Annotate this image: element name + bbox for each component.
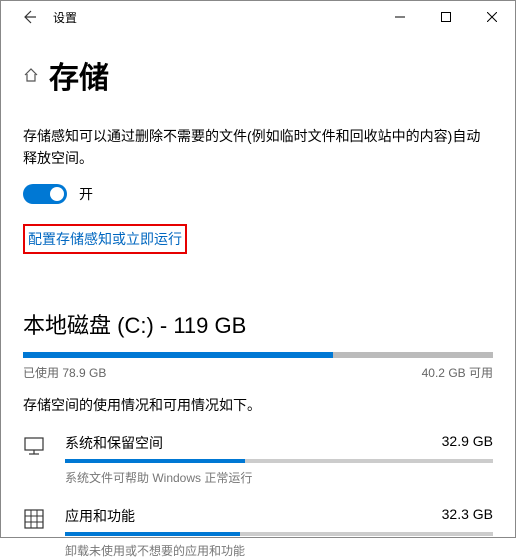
minimize-button[interactable] — [377, 1, 423, 33]
configure-link-highlight: 配置存储感知或立即运行 — [23, 224, 187, 254]
disk-used-label: 已使用 78.9 GB — [23, 364, 106, 381]
category-row[interactable]: 系统和保留空间 32.9 GB 系统文件可帮助 Windows 正常运行 — [23, 433, 493, 486]
back-button[interactable] — [9, 1, 49, 33]
category-size: 32.9 GB — [442, 433, 493, 453]
category-name: 系统和保留空间 — [65, 433, 163, 453]
category-body: 系统和保留空间 32.9 GB 系统文件可帮助 Windows 正常运行 — [65, 433, 493, 486]
close-button[interactable] — [469, 1, 515, 33]
category-bar — [65, 459, 493, 463]
page-title: 存储 — [49, 53, 109, 97]
category-bar-fill — [65, 532, 240, 536]
category-bar — [65, 532, 493, 536]
title-bar: 设置 — [1, 1, 515, 33]
minimize-icon — [395, 12, 405, 22]
category-detail: 系统文件可帮助 Windows 正常运行 — [65, 469, 493, 486]
category-name: 应用和功能 — [65, 506, 135, 526]
storage-sense-toggle-row: 开 — [23, 184, 493, 204]
category-size: 32.3 GB — [442, 506, 493, 526]
category-bar-fill — [65, 459, 245, 463]
close-icon — [487, 12, 497, 22]
category-detail: 卸载未使用或不想要的应用和功能 — [65, 542, 493, 559]
storage-sense-toggle[interactable] — [23, 184, 67, 204]
window-title: 设置 — [53, 9, 77, 26]
configure-storage-sense-link[interactable]: 配置存储感知或立即运行 — [28, 231, 182, 247]
storage-sense-description: 存储感知可以通过删除不需要的文件(例如临时文件和回收站中的内容)自动释放空间。 — [23, 125, 493, 170]
category-row[interactable]: 应用和功能 32.3 GB 卸载未使用或不想要的应用和功能 — [23, 506, 493, 559]
disk-title: 本地磁盘 (C:) - 119 GB — [23, 308, 493, 340]
page-header: 存储 — [23, 53, 493, 97]
grid-icon — [23, 506, 47, 530]
disk-usage-labels: 已使用 78.9 GB 40.2 GB 可用 — [23, 364, 493, 381]
home-icon[interactable] — [23, 67, 39, 83]
window-controls — [377, 1, 515, 33]
back-arrow-icon — [21, 9, 37, 25]
disk-usage-bar — [23, 352, 493, 358]
disk-free-label: 40.2 GB 可用 — [422, 364, 493, 381]
maximize-button[interactable] — [423, 1, 469, 33]
toggle-state-label: 开 — [79, 184, 93, 204]
content-area: 存储 存储感知可以通过删除不需要的文件(例如临时文件和回收站中的内容)自动释放空… — [1, 33, 515, 559]
category-body: 应用和功能 32.3 GB 卸载未使用或不想要的应用和功能 — [65, 506, 493, 559]
maximize-icon — [441, 12, 451, 22]
disk-subdescription: 存储空间的使用情况和可用情况如下。 — [23, 395, 493, 415]
monitor-icon — [23, 433, 47, 457]
disk-usage-bar-fill — [23, 352, 333, 358]
